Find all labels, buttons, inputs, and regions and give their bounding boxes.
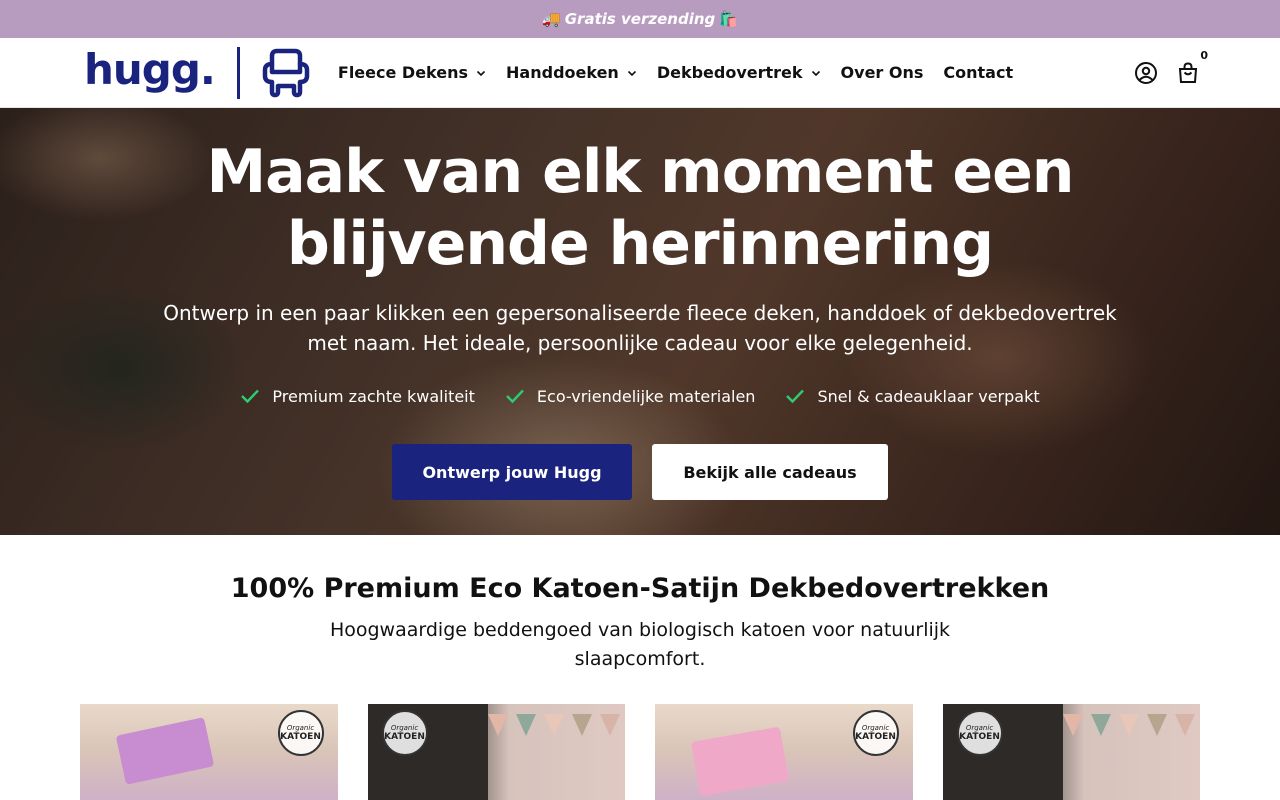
chevron-down-icon [627, 70, 636, 76]
nav-label: Contact [943, 63, 1014, 82]
bunting-decoration [1062, 714, 1195, 736]
organic-cotton-badge: Organic KATOEN [956, 710, 1003, 756]
usp-list: Premium zachte kwaliteit Eco-vriendelijk… [240, 386, 1040, 406]
chevron-down-icon [811, 70, 820, 76]
hero-banner: Maak van elk moment een blijvende herinn… [0, 108, 1280, 535]
main-nav: Fleece Dekens Handdoeken Dekbedovertrek … [338, 63, 1033, 82]
nav-fleece-dekens[interactable]: Fleece Dekens [338, 63, 486, 82]
check-icon [506, 389, 524, 404]
logo-divider [236, 46, 240, 99]
site-header: hugg. Fleece Dekens Handdoeken Dekbedove… [0, 38, 1280, 108]
nav-label: Fleece Dekens [337, 63, 469, 82]
nav-dekbedovertrek[interactable]: Dekbedovertrek [657, 63, 821, 82]
product-grid: Organic KATOEN Organic KATOEN Organic KA… [0, 704, 1280, 800]
cart-button[interactable]: 0 [1176, 49, 1208, 85]
truck-icon: 🚚 [542, 10, 561, 28]
hero-subtitle: Ontwerp in een paar klikken een geperson… [163, 301, 1117, 355]
product-image [690, 726, 790, 797]
duvet-collection: 100% Premium Eco Katoen-Satijn Dekbedove… [0, 535, 1280, 800]
nav-label: Dekbedovertrek [656, 63, 803, 82]
nav-handdoeken[interactable]: Handdoeken [506, 63, 637, 82]
announcement-bar: 🚚 Gratis verzending 🛍️ [0, 0, 1280, 38]
account-icon[interactable] [1134, 61, 1158, 85]
nav-label: Handdoeken [506, 63, 619, 82]
nav-label: Over Ons [840, 63, 924, 82]
hero-title: Maak van elk moment een blijvende herinn… [206, 137, 1074, 279]
announcement-text: Gratis verzending [564, 10, 716, 28]
nav-over-ons[interactable]: Over Ons [841, 63, 924, 82]
chevron-down-icon [476, 70, 486, 76]
organic-cotton-badge: Organic KATOEN [381, 710, 428, 756]
product-card[interactable]: Organic KATOEN [80, 704, 338, 800]
header-actions: 0 [1134, 38, 1208, 108]
design-hugg-button[interactable]: Ontwerp jouw Hugg [392, 444, 632, 500]
usp-item: Snel & cadeauklaar verpakt [785, 386, 1040, 406]
check-icon [241, 389, 260, 404]
organic-cotton-badge: Organic KATOEN [852, 710, 899, 756]
collection-title: 100% Premium Eco Katoen-Satijn Dekbedove… [230, 573, 1050, 604]
collection-subtitle: Hoogwaardige beddengoed van biologisch k… [329, 619, 951, 670]
usp-label: Snel & cadeauklaar verpakt [817, 386, 1040, 406]
organic-cotton-badge: Organic KATOEN [277, 710, 324, 756]
bunting-decoration [487, 714, 620, 736]
nav-contact[interactable]: Contact [943, 63, 1013, 82]
shopping-bag-icon [1178, 62, 1198, 83]
usp-item: Eco-vriendelijke materialen [505, 386, 756, 406]
logo-text: hugg. [84, 44, 216, 94]
usp-item: Premium zachte kwaliteit [240, 386, 475, 406]
view-all-gifts-button[interactable]: Bekijk alle cadeaus [652, 444, 888, 500]
product-card[interactable]: Organic KATOEN [942, 704, 1200, 800]
cart-count-badge: 0 [1200, 49, 1208, 62]
usp-label: Premium zachte kwaliteit [272, 386, 475, 406]
product-card[interactable]: Organic KATOEN [655, 704, 913, 800]
check-icon [786, 389, 805, 404]
logo[interactable]: hugg. [84, 38, 310, 108]
logo-mark-icon [262, 48, 310, 97]
shopping-bag-icon: 🛍️ [719, 10, 738, 28]
usp-label: Eco-vriendelijke materialen [536, 386, 756, 406]
product-image [115, 717, 215, 785]
product-card[interactable]: Organic KATOEN [367, 704, 625, 800]
